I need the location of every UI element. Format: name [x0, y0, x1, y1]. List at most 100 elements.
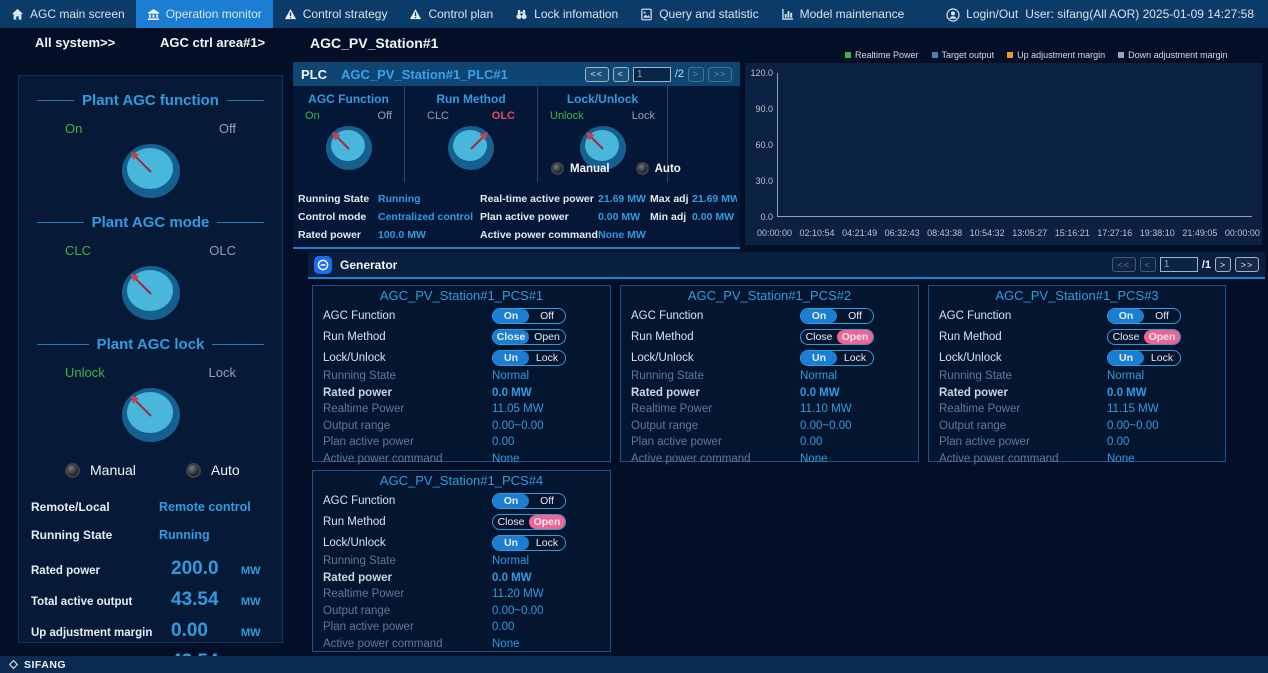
toggle-on[interactable]: On — [1108, 309, 1144, 323]
plant-agc-lock-knob[interactable] — [122, 388, 180, 442]
column-title: Run Method — [405, 92, 537, 106]
plant-agc-mode-knob[interactable] — [122, 266, 180, 320]
pager-page-input[interactable] — [1160, 257, 1198, 272]
toggle-close[interactable]: Close — [1108, 330, 1144, 344]
toggle-open[interactable]: Open — [529, 515, 565, 529]
option-on[interactable]: On — [65, 121, 82, 136]
card-title: AGC_PV_Station#1_PCS#1 — [323, 288, 600, 305]
toggle-unlock[interactable]: Un — [801, 351, 837, 365]
toggle-lock[interactable]: Lock — [529, 536, 565, 550]
toggle-open[interactable]: Open — [1144, 330, 1180, 344]
toggle-unlock[interactable]: Un — [1108, 351, 1144, 365]
option-off[interactable]: Off — [378, 110, 392, 122]
pager-last-button[interactable]: >> — [1235, 257, 1259, 272]
nav-item-query-and-statistic[interactable]: Query and statistic — [629, 0, 769, 28]
auto-radio[interactable] — [636, 162, 649, 175]
nav-item-control-plan[interactable]: Control plan — [398, 0, 504, 28]
row-label: Lock/Unlock — [631, 352, 800, 364]
run-method-knob[interactable] — [448, 126, 494, 170]
toggle-wrap: On Off — [492, 308, 600, 324]
rated-power-row: Rated power 0.0 MW — [323, 385, 600, 402]
toggle-close[interactable]: Close — [493, 330, 529, 344]
plot-background: 120.0 90.0 60.0 30.0 0.0 00:00:00 02:10:… — [745, 63, 1262, 245]
nav-item-agc-main-screen[interactable]: AGC main screen — [0, 0, 136, 28]
pager-first-button[interactable]: << — [585, 67, 609, 82]
pager-prev-button[interactable]: < — [613, 67, 629, 82]
row-label: Running State — [939, 370, 1107, 382]
x-tick-label: 13:05:27 — [1012, 228, 1047, 238]
auto-label: Auto — [211, 462, 240, 478]
total-active-output-row: Total active output 43.54 MW — [31, 589, 282, 611]
pager-last-button[interactable]: >> — [708, 67, 732, 82]
pager-page-input[interactable] — [633, 67, 671, 82]
run-method-row: Run Method Close Open — [323, 511, 600, 532]
plc-stats: Running State Running Real-time active p… — [298, 190, 737, 244]
toggle-off[interactable]: Off — [529, 494, 565, 508]
row-value: 0.00 — [492, 436, 600, 448]
toggle-open[interactable]: Open — [529, 330, 565, 344]
option-on[interactable]: On — [305, 110, 320, 122]
row-label: Run Method — [323, 516, 492, 528]
plant-agc-function-knob[interactable] — [122, 144, 180, 198]
toggle-off[interactable]: Off — [529, 309, 565, 323]
manual-radio[interactable] — [551, 162, 564, 175]
option-olc[interactable]: OLC — [492, 110, 515, 122]
row-label: Output range — [323, 605, 492, 617]
option-lock[interactable]: Lock — [209, 365, 236, 380]
nav-item-model-maintenance[interactable]: Model maintenance — [770, 0, 916, 28]
auto-radio[interactable] — [186, 463, 201, 478]
toggle-open[interactable]: Open — [837, 330, 873, 344]
plant-agc-mode-section: Plant AGC mode CLC OLC — [19, 214, 282, 320]
toggle-lock[interactable]: Lock — [529, 351, 565, 365]
pager-first-button[interactable]: << — [1112, 257, 1136, 272]
toggle-close[interactable]: Close — [493, 515, 529, 529]
toggle-lock[interactable]: Lock — [837, 351, 873, 365]
row-label: Active power command — [323, 453, 492, 465]
nav-item-label: Model maintenance — [800, 7, 905, 21]
row-value: 11.10 MW — [800, 403, 908, 415]
option-clc[interactable]: CLC — [65, 243, 91, 258]
pcs-card-2: AGC_PV_Station#1_PCS#2 AGC Function On O… — [620, 285, 919, 462]
option-olc[interactable]: OLC — [209, 243, 236, 258]
row-value: 0.0 MW — [800, 387, 908, 399]
toggle-close[interactable]: Close — [801, 330, 837, 344]
nav-item-control-strategy[interactable]: Control strategy — [273, 0, 399, 28]
option-clc[interactable]: CLC — [427, 110, 449, 122]
pager-next-button[interactable]: > — [1215, 257, 1231, 272]
toggle-unlock[interactable]: Un — [493, 536, 529, 550]
nav-item-operation-monitor[interactable]: Operation monitor — [136, 0, 273, 28]
option-unlock[interactable]: Unlock — [65, 365, 105, 380]
x-tick-label: 19:38:10 — [1140, 228, 1175, 238]
toggle-unlock[interactable]: Un — [493, 351, 529, 365]
plant-panel: Plant AGC function On Off Plant AGC mode… — [18, 75, 283, 643]
running-state-row: Running State Normal — [939, 368, 1215, 385]
manual-radio[interactable] — [65, 463, 80, 478]
section-title: Plant AGC mode — [19, 214, 282, 231]
toggle-off[interactable]: Off — [837, 309, 873, 323]
toggle-off[interactable]: Off — [1144, 309, 1180, 323]
toggle-on[interactable]: On — [801, 309, 837, 323]
section-title: Plant AGC function — [19, 92, 282, 109]
option-row: Unlock Lock — [538, 110, 667, 122]
metric-label: Up adjustment margin — [31, 627, 171, 639]
option-unlock[interactable]: Unlock — [550, 110, 584, 122]
option-lock[interactable]: Lock — [632, 110, 655, 122]
toggle-on[interactable]: On — [493, 494, 529, 508]
section-title-text: Plant AGC mode — [92, 214, 210, 231]
toggle-lock[interactable]: Lock — [1144, 351, 1180, 365]
option-off[interactable]: Off — [219, 121, 236, 136]
nav-item-lock-infomation[interactable]: Lock infomation — [504, 0, 629, 28]
x-tick-label: 00:00:00 — [1225, 228, 1260, 238]
legend-item: Down adjustment margin — [1118, 50, 1228, 60]
agc-function-knob[interactable] — [326, 126, 372, 170]
knob-needle — [135, 278, 151, 294]
nav-item-label: Operation monitor — [166, 7, 262, 21]
pager-prev-button[interactable]: < — [1140, 257, 1156, 272]
login-out-button[interactable]: Login/Out — [966, 7, 1018, 21]
breadcrumb-area[interactable]: AGC ctrl area#1> — [160, 35, 265, 50]
row-label: Realtime Power — [939, 403, 1107, 415]
breadcrumb-all-system[interactable]: All system>> — [35, 35, 115, 50]
pager-next-button[interactable]: > — [688, 67, 704, 82]
row-label: Lock/Unlock — [939, 352, 1107, 364]
toggle-on[interactable]: On — [493, 309, 529, 323]
